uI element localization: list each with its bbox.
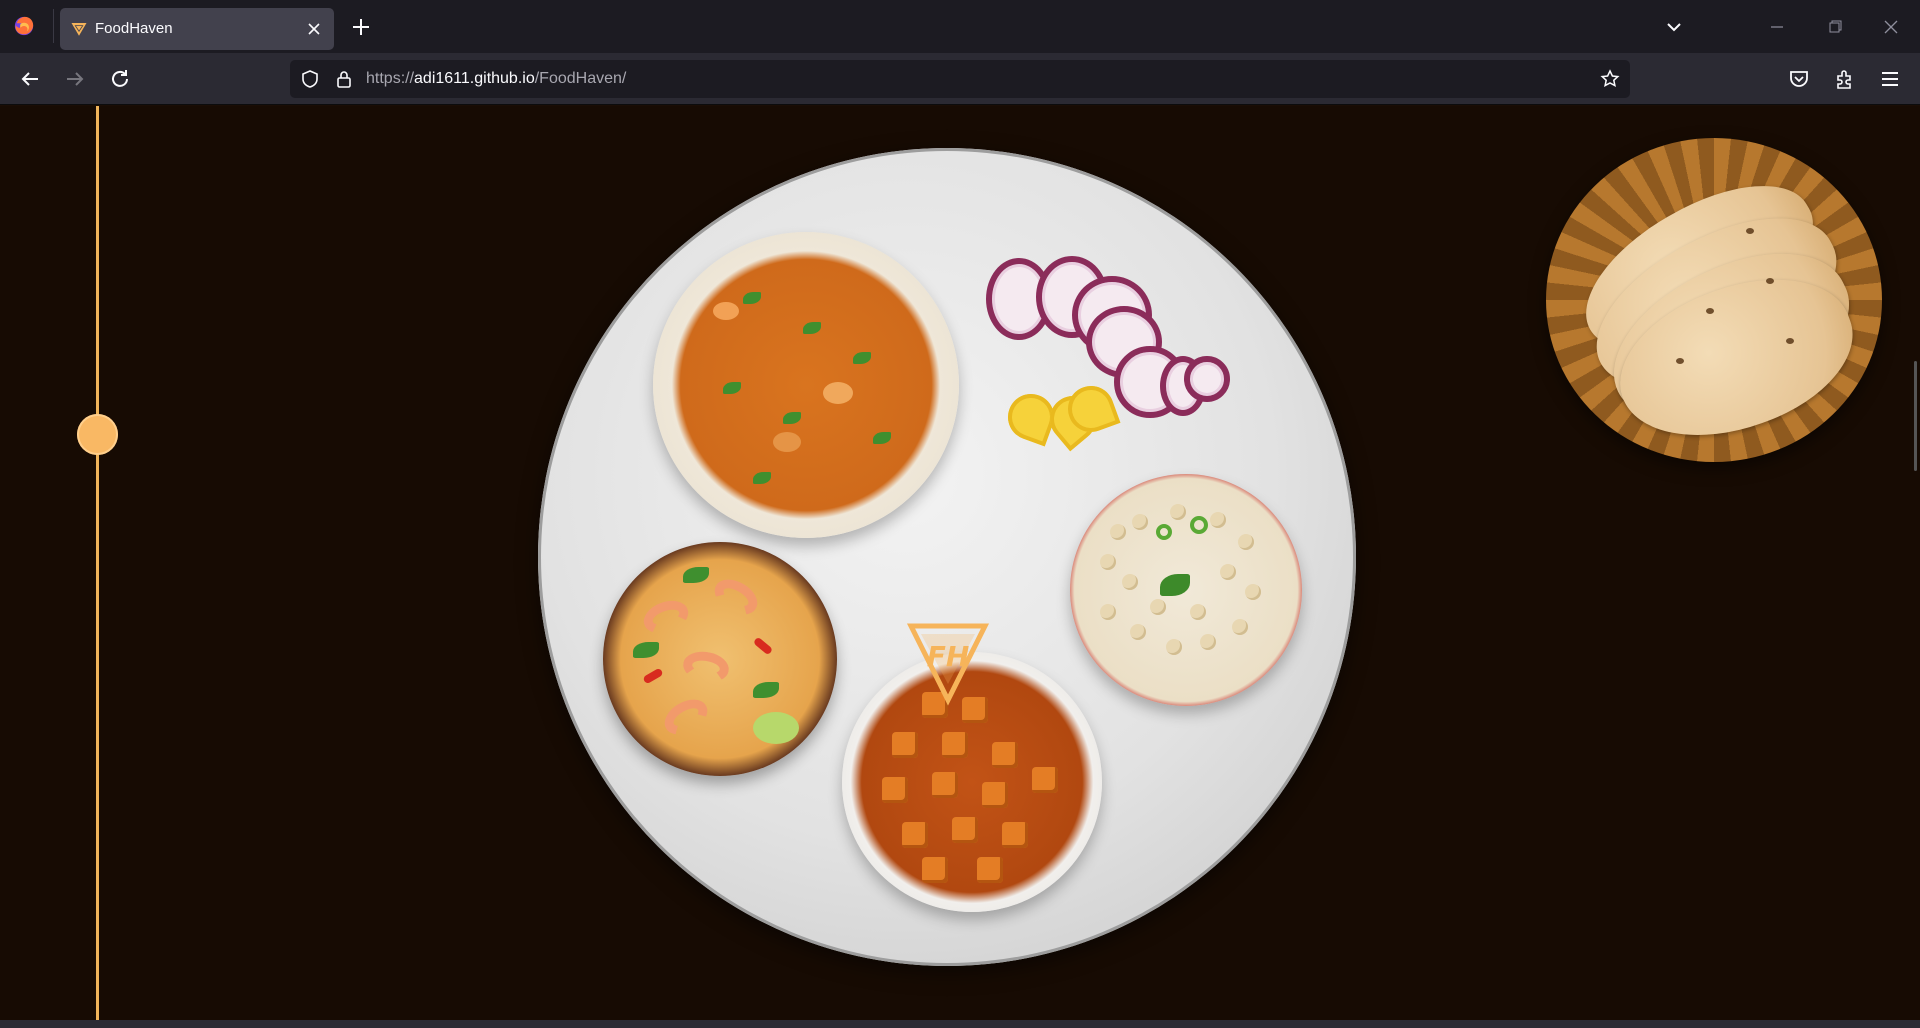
paneer-cube xyxy=(1002,822,1028,848)
boondi xyxy=(1210,512,1226,528)
chicken-piece xyxy=(713,302,739,320)
lock-icon[interactable] xyxy=(334,69,354,89)
puzzle-icon[interactable] xyxy=(1833,67,1857,91)
timeline-line xyxy=(96,106,99,1020)
char-spot xyxy=(1786,338,1794,344)
boondi xyxy=(1110,524,1126,540)
page-content: FH xyxy=(0,106,1920,1020)
cilantro-leaf xyxy=(743,292,761,304)
prawn xyxy=(639,595,693,639)
cilantro-leaf xyxy=(853,352,871,364)
chevron-down-icon[interactable] xyxy=(1664,17,1684,37)
timeline-knob[interactable] xyxy=(77,414,118,455)
roti-basket[interactable] xyxy=(1546,138,1882,465)
shield-icon[interactable] xyxy=(300,69,320,89)
boondi-raita-bowl[interactable] xyxy=(1070,474,1302,706)
url-path: /FoodHaven/ xyxy=(534,70,627,87)
cilantro-leaf xyxy=(783,412,801,424)
boondi xyxy=(1132,514,1148,530)
window-close-icon[interactable] xyxy=(1880,16,1902,38)
cilantro-leaf xyxy=(723,382,741,394)
onion-ring xyxy=(1184,356,1230,402)
cilantro-leaf xyxy=(803,322,821,334)
cilantro-leaf xyxy=(873,432,891,444)
paneer-cube xyxy=(992,742,1018,768)
boondi xyxy=(1238,534,1254,550)
url-text[interactable]: https://adi1611.github.io/FoodHaven/ xyxy=(366,70,626,88)
cilantro-leaf xyxy=(753,682,779,698)
paneer-cube xyxy=(882,777,908,803)
boondi xyxy=(1190,604,1206,620)
page-scrollbar-thumb[interactable] xyxy=(1914,361,1917,471)
char-spot xyxy=(1746,228,1754,234)
plus-icon[interactable] xyxy=(350,16,372,38)
biryani-bowl[interactable] xyxy=(653,232,959,538)
hamburger-menu-icon[interactable] xyxy=(1878,67,1902,91)
chicken-piece xyxy=(773,432,801,452)
foodhaven-logo-icon xyxy=(71,23,87,36)
prawn xyxy=(708,572,764,622)
boondi xyxy=(1100,604,1116,620)
boondi xyxy=(1232,619,1248,635)
paneer-cube xyxy=(1032,767,1058,793)
char-spot xyxy=(1706,308,1714,314)
shrimp-curry-bowl[interactable] xyxy=(603,542,837,776)
boondi xyxy=(1122,574,1138,590)
prawn xyxy=(680,648,732,686)
boondi xyxy=(1220,564,1236,580)
boondi xyxy=(1170,504,1186,520)
pocket-icon[interactable] xyxy=(1787,67,1811,91)
firefox-icon[interactable] xyxy=(13,15,35,37)
tab-separator xyxy=(53,9,54,43)
cilantro-leaf xyxy=(683,567,709,583)
paneer-cube xyxy=(982,782,1008,808)
boondi xyxy=(1100,554,1116,570)
close-icon[interactable] xyxy=(304,19,324,39)
char-spot xyxy=(1766,278,1774,284)
paneer-cube xyxy=(952,817,978,843)
paneer-cube xyxy=(892,732,918,758)
restore-icon[interactable] xyxy=(1824,17,1846,37)
char-spot xyxy=(1676,358,1684,364)
chicken-piece xyxy=(823,382,853,404)
tab-title: FoodHaven xyxy=(95,20,173,37)
logo-text: FH xyxy=(927,640,970,673)
reload-icon[interactable] xyxy=(108,67,132,91)
forward-arrow-icon[interactable] xyxy=(63,67,87,91)
tab-strip: FoodHaven xyxy=(0,0,1920,53)
boondi xyxy=(1130,624,1146,640)
chili-slice xyxy=(1156,524,1172,540)
red-pepper xyxy=(642,667,664,685)
prawn xyxy=(658,692,714,742)
tab-foodhaven[interactable]: FoodHaven xyxy=(60,8,334,50)
paneer-cube xyxy=(932,772,958,798)
cilantro-leaf xyxy=(753,472,771,484)
bottom-bar xyxy=(0,1020,1920,1028)
foodhaven-logo-icon: FH xyxy=(906,623,990,706)
url-scheme: https:// xyxy=(366,70,415,87)
paneer-cube xyxy=(902,822,928,848)
boondi xyxy=(1245,584,1261,600)
boondi xyxy=(1166,639,1182,655)
url-host: adi1611.github.io xyxy=(414,70,535,87)
red-pepper xyxy=(752,636,774,656)
paneer-cube xyxy=(942,732,968,758)
cilantro-leaf xyxy=(633,642,659,658)
navigation-toolbar: https://adi1611.github.io/FoodHaven/ xyxy=(0,53,1920,105)
lime-slice xyxy=(753,712,799,744)
mint-leaf xyxy=(1160,574,1190,596)
back-arrow-icon[interactable] xyxy=(18,67,42,91)
minimize-icon[interactable] xyxy=(1766,17,1788,37)
paneer-cube xyxy=(977,857,1003,883)
star-icon[interactable] xyxy=(1600,69,1620,89)
chili-slice xyxy=(1190,516,1208,534)
paneer-cube xyxy=(922,857,948,883)
url-bar[interactable]: https://adi1611.github.io/FoodHaven/ xyxy=(290,60,1630,98)
boondi xyxy=(1150,599,1166,615)
boondi xyxy=(1200,634,1216,650)
